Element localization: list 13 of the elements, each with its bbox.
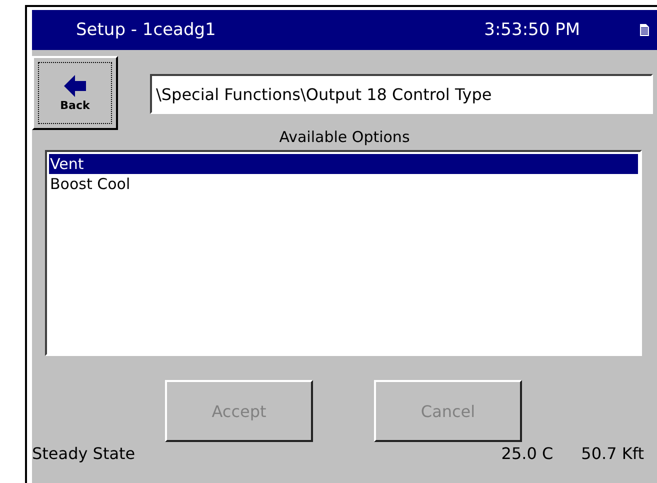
document-icon — [640, 24, 649, 36]
options-list[interactable]: Vent Boost Cool — [45, 150, 642, 356]
list-item[interactable]: Boost Cool — [49, 174, 638, 194]
list-item[interactable]: Vent — [49, 154, 638, 174]
arrow-left-icon — [64, 74, 86, 96]
clock: 3:53:50 PM — [484, 20, 580, 40]
altitude-text: 50.7 Kft — [581, 444, 644, 463]
window-title: Setup - 1ceadg1 — [76, 20, 217, 40]
temperature-text: 25.0 C — [501, 444, 554, 463]
list-heading: Available Options — [278, 128, 411, 146]
path-field[interactable]: \Special Functions\Output 18 Control Type — [150, 74, 653, 114]
back-button[interactable]: Back — [32, 56, 118, 130]
status-text: Steady State — [32, 444, 136, 463]
